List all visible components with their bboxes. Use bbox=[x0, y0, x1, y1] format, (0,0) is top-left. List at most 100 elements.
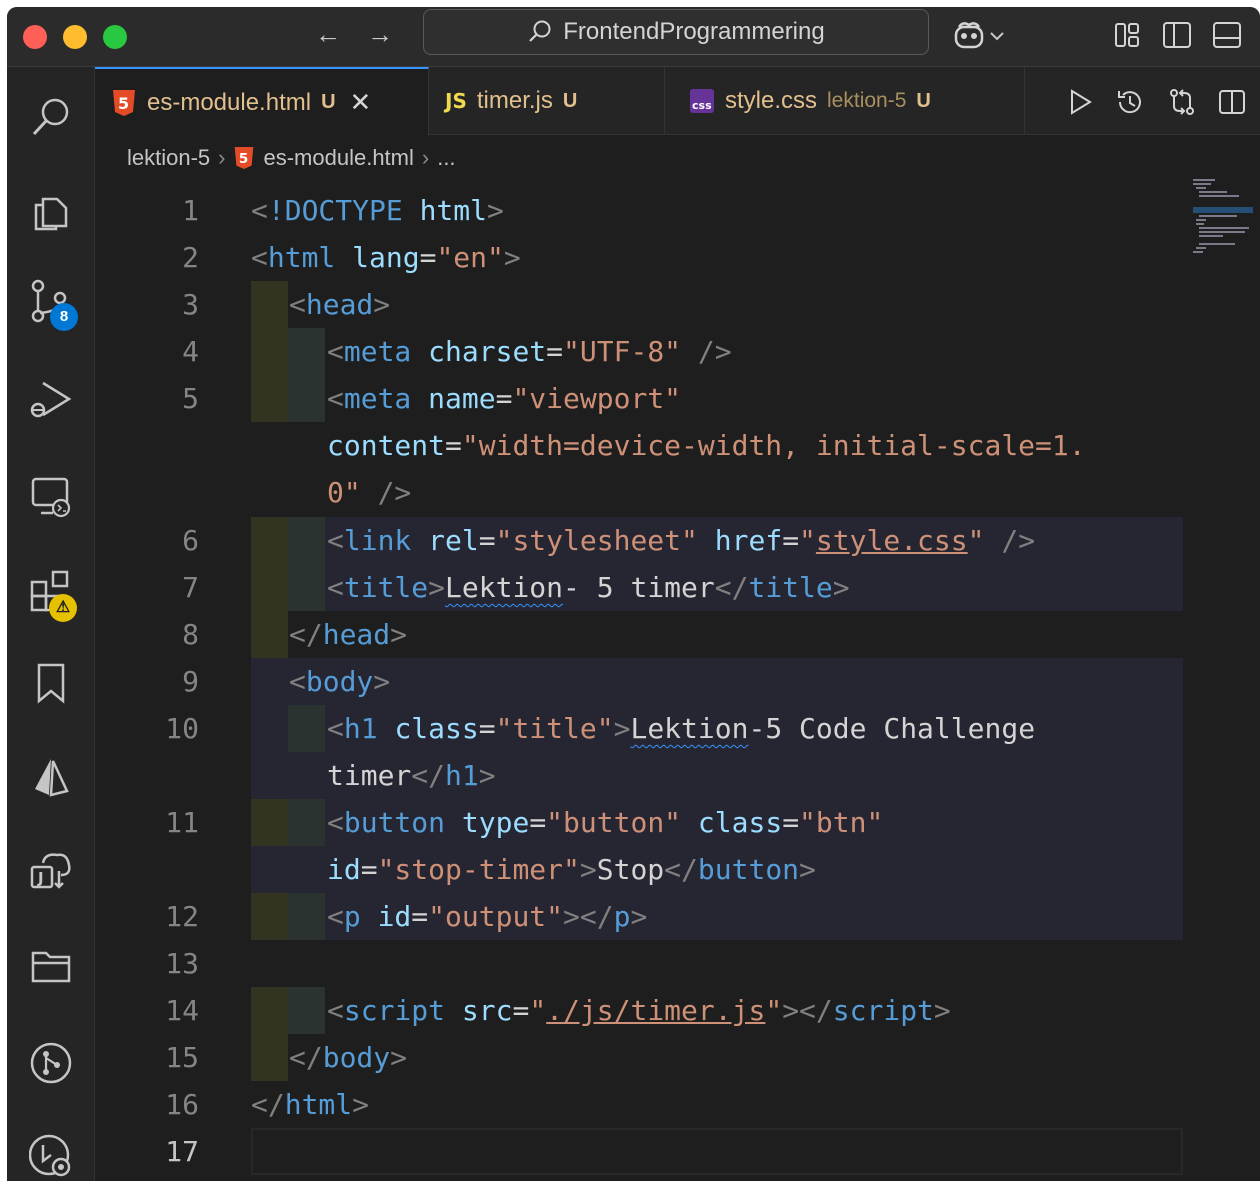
code-text: <meta charset="UTF-8" /> bbox=[327, 335, 732, 368]
css-icon: css bbox=[690, 89, 714, 113]
command-center-label: FrontendProgrammering bbox=[563, 18, 825, 45]
source-control-item[interactable]: 8 bbox=[7, 267, 95, 337]
breadcrumb-folder[interactable]: lektion-5 bbox=[127, 145, 210, 171]
compare-changes-icon[interactable] bbox=[1167, 87, 1197, 117]
line-number: 2 bbox=[182, 241, 199, 274]
line-number: 12 bbox=[165, 900, 199, 933]
chevron-right-icon: › bbox=[421, 145, 430, 170]
tab-es-module-html[interactable]: 5 es-module.html U ✕ bbox=[95, 67, 429, 136]
breadcrumb: lektion-5 › 5 es-module.html › ... bbox=[127, 141, 456, 175]
code-text: timer</h1> bbox=[327, 759, 496, 792]
line-number: 13 bbox=[165, 947, 199, 980]
folder-icon[interactable] bbox=[29, 943, 73, 987]
untracked-badge: U bbox=[562, 89, 578, 112]
toggle-sidebar-icon[interactable] bbox=[1161, 19, 1193, 51]
customize-layout-icon[interactable] bbox=[1111, 19, 1143, 51]
code-text: <!DOCTYPE html> bbox=[251, 194, 504, 227]
code-text: <p id="output"></p> bbox=[327, 900, 648, 933]
zoom-window-button[interactable] bbox=[103, 25, 127, 49]
line-number: 9 bbox=[182, 665, 199, 698]
line-number: 11 bbox=[165, 806, 199, 839]
line-number: 10 bbox=[165, 712, 199, 745]
line-number: 5 bbox=[182, 382, 199, 415]
code-text: </body> bbox=[289, 1041, 408, 1074]
untracked-badge: U bbox=[916, 89, 931, 112]
history-icon[interactable] bbox=[1115, 87, 1145, 117]
svg-text:5: 5 bbox=[118, 94, 129, 113]
close-icon[interactable]: ✕ bbox=[350, 87, 372, 118]
code-line: 3 bbox=[95, 281, 1260, 328]
line-number: 7 bbox=[182, 571, 199, 604]
html5-icon: 5 bbox=[113, 89, 135, 116]
line-number: 16 bbox=[165, 1088, 199, 1121]
code-text: </html> bbox=[251, 1088, 370, 1121]
code-text: <h1 class="title">Lektion-5 Code Challen… bbox=[327, 712, 1036, 745]
javascript-icon: JS bbox=[445, 89, 467, 113]
spell-check-squiggle: Lektion bbox=[630, 712, 749, 745]
svg-text:css: css bbox=[692, 99, 712, 112]
code-line: 9 bbox=[95, 658, 1260, 705]
minimize-window-button[interactable] bbox=[63, 25, 87, 49]
code-text: <body> bbox=[289, 665, 391, 698]
command-center-search[interactable]: FrontendProgrammering bbox=[423, 9, 929, 55]
breadcrumb-file[interactable]: es-module.html bbox=[263, 145, 413, 171]
code-text: content="width=device-width, initial-sca… bbox=[327, 429, 1086, 462]
file-link[interactable]: style.css bbox=[816, 524, 968, 557]
search-icon bbox=[529, 20, 551, 42]
vscode-window: ← → FrontendProgrammering 8 ⚠ J 5 es-mod… bbox=[7, 7, 1260, 1181]
tab-style-css[interactable]: css style.css lektion-5 U bbox=[665, 67, 1025, 135]
code-line: 17 bbox=[95, 1128, 1260, 1175]
line-number-current: 17 bbox=[165, 1135, 199, 1168]
breadcrumb-more[interactable]: ... bbox=[437, 145, 455, 171]
tab-label: es-module.html bbox=[147, 88, 312, 116]
code-line: 12 bbox=[95, 893, 1260, 940]
file-link[interactable]: ./js/timer.js bbox=[546, 994, 765, 1027]
extensions-item[interactable]: ⚠ bbox=[7, 557, 95, 627]
code-line: 13 bbox=[95, 940, 1260, 987]
code-editor[interactable]: 1 2 3 4 5 6 7 8 9 10 11 12 13 14 15 16 1… bbox=[95, 177, 1260, 1181]
back-button[interactable]: ← bbox=[313, 19, 343, 49]
line-number: 4 bbox=[182, 335, 199, 368]
tab-label: style.css bbox=[725, 87, 818, 114]
spell-check-squiggle: Lektion bbox=[445, 571, 564, 604]
code-text: <script src="./js/timer.js"></script> bbox=[327, 994, 951, 1027]
search-icon[interactable] bbox=[29, 95, 73, 139]
code-text: <meta name="viewport" bbox=[327, 382, 682, 415]
chevron-right-icon: › bbox=[218, 145, 226, 170]
close-window-button[interactable] bbox=[23, 25, 47, 49]
split-editor-icon[interactable] bbox=[1217, 87, 1247, 117]
untracked-badge: U bbox=[321, 91, 336, 113]
git-graph-icon[interactable] bbox=[29, 1041, 73, 1085]
azure-icon[interactable] bbox=[29, 755, 73, 799]
forward-button[interactable]: → bbox=[365, 19, 395, 49]
title-bar: ← → FrontendProgrammering bbox=[7, 7, 1260, 67]
source-control-badge: 8 bbox=[50, 303, 78, 331]
code-text: id="stop-timer">Stop</button> bbox=[327, 853, 816, 886]
run-debug-icon[interactable] bbox=[29, 377, 73, 421]
line-number: 8 bbox=[182, 618, 199, 651]
code-line: 15 bbox=[95, 1034, 1260, 1081]
svg-text:5: 5 bbox=[239, 151, 248, 167]
code-text: <head> bbox=[289, 288, 391, 321]
timeline-icon[interactable] bbox=[29, 1133, 73, 1177]
toggle-panel-icon[interactable] bbox=[1211, 19, 1243, 51]
run-icon[interactable] bbox=[1065, 87, 1095, 117]
bookmarks-icon[interactable] bbox=[29, 661, 73, 705]
line-number: 14 bbox=[165, 994, 199, 1027]
code-text: <title>Lektion- 5 timer</title> bbox=[327, 571, 850, 604]
tab-timer-js[interactable]: JS timer.js U bbox=[429, 67, 665, 135]
html5-icon: 5 bbox=[235, 147, 254, 169]
remote-explorer-icon[interactable] bbox=[29, 475, 73, 519]
code-text: 0" /> bbox=[327, 476, 412, 509]
code-text: <html lang="en"> bbox=[251, 241, 521, 274]
code-text: <link rel="stylesheet" href="style.css" … bbox=[327, 524, 1036, 557]
copilot-icon[interactable] bbox=[953, 19, 1013, 51]
java-projects-icon[interactable]: J bbox=[29, 849, 73, 893]
explorer-icon[interactable] bbox=[29, 189, 73, 233]
svg-text:J: J bbox=[37, 869, 44, 887]
line-number: 3 bbox=[182, 288, 199, 321]
code-text: </head> bbox=[289, 618, 408, 651]
code-text: <button type="button" class="btn" bbox=[327, 806, 884, 839]
editor-tabs: 5 es-module.html U ✕ JS timer.js U css s… bbox=[95, 67, 1260, 136]
line-number: 1 bbox=[182, 194, 199, 227]
